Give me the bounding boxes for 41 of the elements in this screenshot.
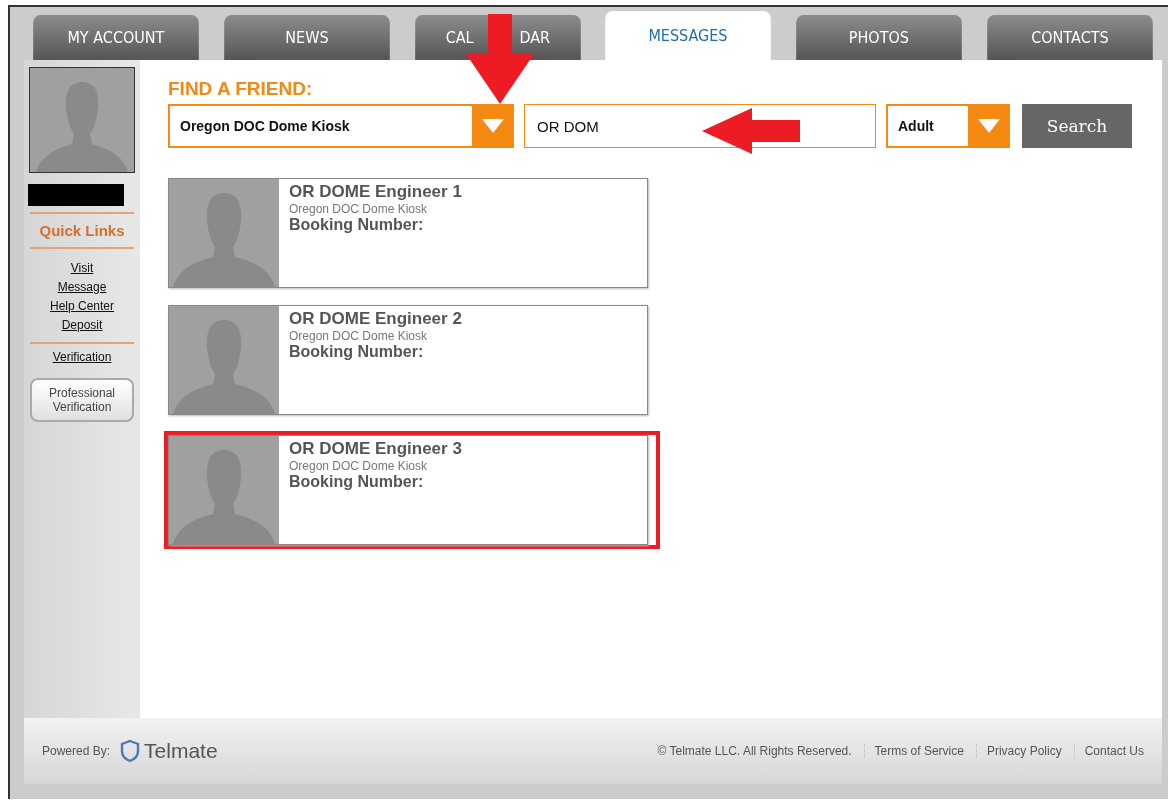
nav-tab[interactable]: PHOTOS bbox=[796, 15, 962, 60]
quick-link[interactable]: Help Center bbox=[50, 299, 114, 313]
result-card[interactable]: OR DOME Engineer 3 Oregon DOC Dome Kiosk Booking Number: bbox=[168, 435, 648, 545]
nav-tab[interactable]: NEWS bbox=[224, 15, 390, 60]
powered-by-label: Powered By: bbox=[42, 744, 111, 758]
footer-link[interactable]: Terms of Service bbox=[863, 744, 964, 758]
caret-icon bbox=[482, 119, 504, 133]
nav-tab[interactable]: CONTACTS bbox=[987, 15, 1153, 60]
brand-name: Telmate bbox=[144, 739, 218, 763]
quick-link[interactable]: Visit bbox=[70, 261, 94, 275]
result-card[interactable]: OR DOME Engineer 2 Oregon DOC Dome Kiosk Booking Number: bbox=[168, 305, 648, 415]
contact-name: OR DOME Engineer 2 bbox=[289, 309, 462, 329]
facility-dropdown[interactable]: Oregon DOC Dome Kiosk bbox=[168, 104, 514, 148]
avatar-silhouette-icon bbox=[169, 179, 279, 287]
footer-link[interactable]: Privacy Policy bbox=[975, 744, 1062, 758]
caret-icon bbox=[978, 119, 1000, 133]
shield-icon bbox=[120, 739, 141, 763]
facility-name: Oregon DOC Dome Kiosk bbox=[289, 459, 429, 473]
facility-name: Oregon DOC Dome Kiosk bbox=[289, 202, 429, 216]
booking-number-label: Booking Number: bbox=[289, 343, 425, 361]
result-card[interactable]: OR DOME Engineer 1 Oregon DOC Dome Kiosk Booking Number: bbox=[168, 178, 648, 288]
nav-tab[interactable]: MESSAGES bbox=[605, 11, 772, 60]
find-a-friend-title: FIND A FRIEND: bbox=[168, 78, 314, 100]
quick-link[interactable]: Deposit bbox=[61, 318, 103, 332]
contact-name: OR DOME Engineer 3 bbox=[289, 439, 462, 459]
type-dropdown[interactable]: Adult bbox=[886, 104, 1010, 148]
quick-links-title: Quick Links bbox=[39, 221, 125, 241]
avatar-silhouette-icon bbox=[169, 436, 279, 544]
booking-number-label: Booking Number: bbox=[289, 216, 425, 234]
avatar-silhouette-icon bbox=[29, 67, 135, 173]
quick-link[interactable]: Message bbox=[57, 280, 107, 294]
professional-verification-button[interactable]: Professional Verification bbox=[30, 378, 134, 422]
booking-number-label: Booking Number: bbox=[289, 473, 425, 491]
search-button[interactable]: Search bbox=[1022, 104, 1132, 148]
footer-link[interactable]: Contact Us bbox=[1073, 744, 1144, 758]
copyright-text: © Telmate LLC. All Rights Reserved. bbox=[657, 744, 852, 758]
verification-link[interactable]: Verification bbox=[52, 350, 112, 364]
facility-name: Oregon DOC Dome Kiosk bbox=[289, 329, 429, 343]
nav-tab[interactable]: MY ACCOUNT bbox=[33, 15, 199, 60]
contact-name: OR DOME Engineer 1 bbox=[289, 182, 462, 202]
avatar-silhouette-icon bbox=[169, 306, 279, 414]
